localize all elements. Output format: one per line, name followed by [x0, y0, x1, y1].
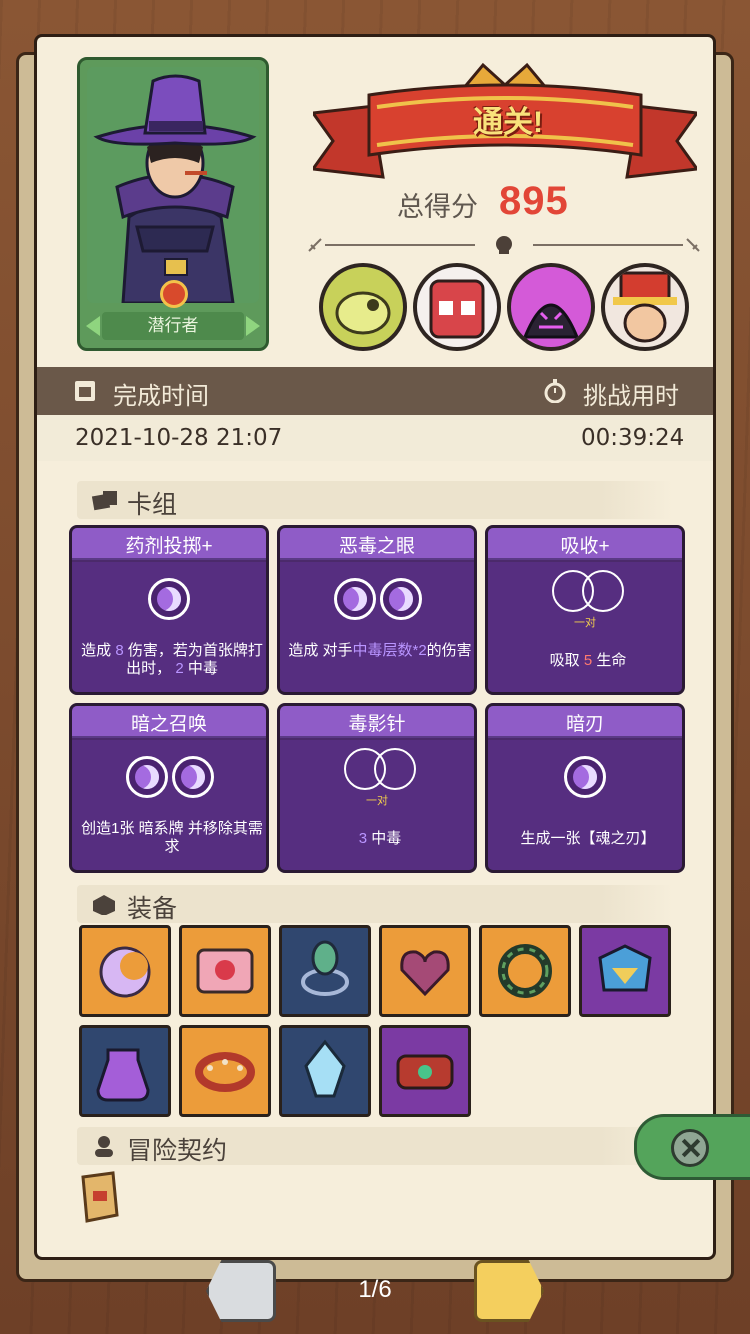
character-portrait-card[interactable]: 潜行者	[77, 57, 269, 351]
card-title: 暗之召唤	[130, 714, 207, 735]
close-tab[interactable]	[634, 1114, 750, 1180]
dark-orb-icon	[334, 578, 376, 620]
spike-collar-icon[interactable]	[179, 1025, 271, 1117]
boss-lizard-skull-icon[interactable]	[319, 263, 407, 351]
card-title: 药剂投掷+	[125, 536, 213, 557]
duration-label: 挑战用时	[583, 383, 679, 410]
next-character-arrow-icon[interactable]	[246, 316, 260, 336]
cube-icon	[93, 895, 115, 915]
contract-section-header: 冒险契约	[77, 1127, 673, 1165]
red-bracer-icon[interactable]	[379, 1025, 471, 1117]
deck-card[interactable]: 毒影针 一对 3 中毒	[277, 703, 477, 873]
card-description: 吸取 5 生命	[549, 652, 627, 669]
heart-box-icon[interactable]	[179, 925, 271, 1017]
card-title: 吸收+	[560, 536, 610, 557]
pair-requirement: 一对	[574, 617, 596, 629]
empty-slot-icon	[374, 748, 416, 790]
dark-orb-icon	[148, 578, 190, 620]
sword-icon	[686, 238, 700, 252]
dark-orb-icon	[172, 756, 214, 798]
card-description: 生成一张【魂之刃】	[520, 830, 656, 847]
skull-icon	[496, 236, 512, 254]
pair-requirement: 一对	[366, 795, 388, 807]
equipment-title: 装备	[127, 895, 178, 923]
card-title: 暗刃	[565, 714, 604, 735]
serpent-ring-icon[interactable]	[479, 925, 571, 1017]
person-icon	[95, 1136, 113, 1157]
finish-time-label: 完成时间	[113, 383, 209, 410]
score-label: 总得分	[397, 192, 478, 222]
score-row: 总得分 895	[397, 179, 637, 225]
stopwatch-icon	[544, 379, 566, 403]
result-panel: 潜行者 通关! 总得分 895 完成时间 挑战用时 2021-10-28 21:…	[34, 34, 716, 1260]
drain-value: 5	[583, 652, 593, 669]
dark-orb-icon	[126, 756, 168, 798]
duration-value: 00:39:24	[581, 425, 685, 451]
boss-divider	[307, 235, 701, 255]
character-name: 潜行者	[102, 312, 244, 340]
character-portrait	[87, 67, 259, 303]
empty-slot-icon	[582, 570, 624, 612]
card-title: 毒影针	[348, 714, 406, 735]
deck-card[interactable]: 吸收+ 一对 吸取 5 生命	[485, 525, 685, 695]
deck-card[interactable]: 恶毒之眼 造成 对手中毒层数*2的伤害	[277, 525, 477, 695]
poison-value: 3	[358, 830, 368, 847]
victory-title: 通关!	[473, 106, 543, 139]
calendar-icon	[75, 381, 95, 401]
prev-character-arrow-icon[interactable]	[86, 316, 100, 336]
close-icon[interactable]	[671, 1129, 709, 1167]
crystal-helm-icon[interactable]	[579, 925, 671, 1017]
thorn-heart-icon[interactable]	[379, 925, 471, 1017]
deck-card[interactable]: 药剂投掷+ 造成 8 伤害，若为首张牌打出时， 2 中毒	[69, 525, 269, 695]
dark-orb-icon	[380, 578, 422, 620]
rank-medal-icon	[160, 280, 188, 308]
finish-time-value: 2021-10-28 21:07	[75, 425, 283, 451]
potion-jug-icon[interactable]	[79, 1025, 171, 1117]
boss-dark-monster-icon[interactable]	[507, 263, 595, 351]
deck-card[interactable]: 暗刃 生成一张【魂之刃】	[485, 703, 685, 873]
dark-orb-icon	[564, 756, 606, 798]
stalker-illustration	[87, 67, 259, 303]
card-title: 恶毒之眼	[338, 536, 415, 557]
deck-section-header: 卡组	[77, 481, 673, 519]
contract-scroll-icon[interactable]	[73, 1169, 125, 1227]
sword-icon	[308, 238, 322, 252]
cards-icon	[91, 491, 117, 511]
card-description: 创造1张 暗系牌 并移除其需求	[81, 820, 263, 855]
boss-red-mask-icon[interactable]	[413, 263, 501, 351]
ice-crystal-icon[interactable]	[279, 1025, 371, 1117]
damage-value: 8	[115, 642, 124, 659]
card-description: 造成 8 伤害，若为首张牌打出时， 2 中毒	[81, 642, 263, 677]
deck-card[interactable]: 暗之召唤 创造1张 暗系牌 并移除其需求	[69, 703, 269, 873]
card-description: 3 中毒	[358, 830, 402, 847]
leaf-ring-icon[interactable]	[279, 925, 371, 1017]
deck-title: 卡组	[127, 491, 178, 519]
poison-stack-text: 中毒层数*2	[352, 642, 427, 659]
equipment-section-header: 装备	[77, 885, 673, 923]
score-value: 895	[499, 179, 569, 223]
moon-charm-icon[interactable]	[79, 925, 171, 1017]
defeated-bosses	[319, 263, 695, 353]
contract-title: 冒险契约	[127, 1137, 228, 1165]
page-indicator: 1/6	[358, 1276, 392, 1303]
card-description: 造成 对手中毒层数*2的伤害	[288, 642, 472, 659]
time-info-band: 完成时间 挑战用时 2021-10-28 21:07 00:39:24	[37, 367, 713, 461]
boss-clown-hat-icon[interactable]	[601, 263, 689, 351]
victory-banner: 通关!	[310, 59, 700, 179]
poison-value: 2	[175, 660, 184, 677]
